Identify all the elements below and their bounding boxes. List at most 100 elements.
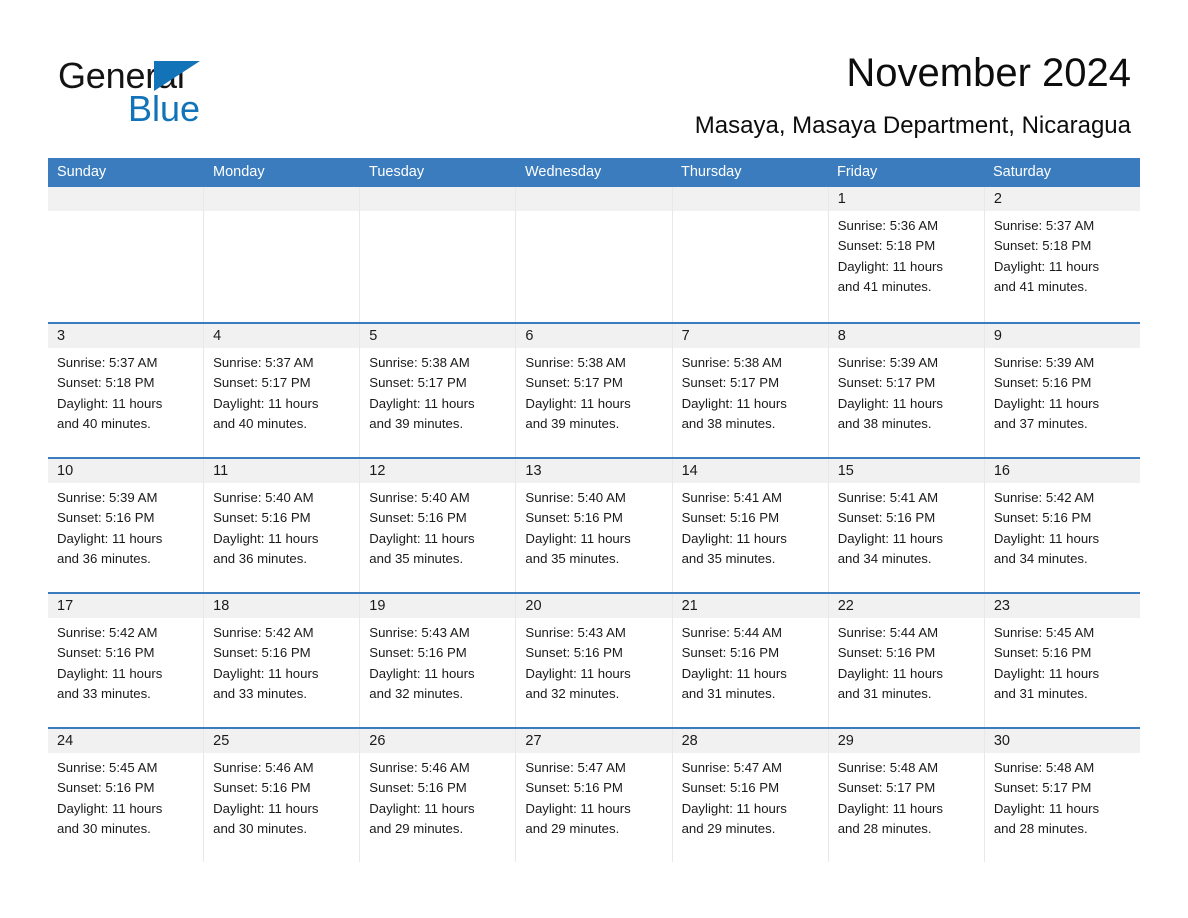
day-cell[interactable]: 24 Sunrise: 5:45 AM Sunset: 5:16 PM Dayligh… bbox=[48, 729, 205, 862]
day-info: Sunrise: 5:42 AM Sunset: 5:16 PM Daylight:… bbox=[985, 483, 1140, 569]
daylight-text-line2: and 40 minutes. bbox=[213, 415, 307, 431]
day-cell[interactable]: 28 Sunrise: 5:47 AM Sunset: 5:16 PM Dayligh… bbox=[672, 729, 829, 862]
weekday-header-sunday: Sunday bbox=[57, 164, 107, 180]
sunrise-text: Sunrise: 5:45 AM bbox=[993, 625, 1095, 640]
day-cell[interactable]: 26 Sunrise: 5:46 AM Sunset: 5:16 PM Dayligh… bbox=[360, 729, 517, 862]
day-cell[interactable]: 13 Sunrise: 5:40 AM Sunset: 5:16 PM Dayligh… bbox=[516, 459, 673, 592]
sunrise-text: Sunrise: 5:39 AM bbox=[993, 355, 1095, 370]
day-cell[interactable]: 9 Sunrise: 5:39 AM Sunset: 5:16 PM Daylight… bbox=[984, 324, 1140, 457]
daylight-text-line1: Daylight: 11 hours bbox=[369, 395, 475, 411]
day-cell[interactable]: 23 Sunrise: 5:45 AM Sunset: 5:16 PM Dayligh… bbox=[984, 594, 1140, 727]
day-cell[interactable]: 20 Sunrise: 5:43 AM Sunset: 5:16 PM Dayligh… bbox=[516, 594, 673, 727]
day-cell-empty bbox=[48, 187, 205, 322]
daylight-text-line2: and 38 minutes. bbox=[681, 415, 776, 431]
day-cell[interactable]: 8 Sunrise: 5:39 AM Sunset: 5:17 PM Daylight… bbox=[828, 324, 985, 457]
daylight-text-line2: and 30 minutes. bbox=[213, 820, 307, 836]
sunrise-text: Sunrise: 5:38 AM bbox=[525, 355, 626, 370]
day-cell[interactable]: 18 Sunrise: 5:42 AM Sunset: 5:16 PM Dayligh… bbox=[204, 594, 361, 727]
day-cell[interactable]: 25 Sunrise: 5:46 AM Sunset: 5:16 PM Dayligh… bbox=[204, 729, 361, 862]
day-number: 20 bbox=[525, 598, 542, 614]
day-cell[interactable]: 2 Sunrise: 5:37 AM Sunset: 5:18 PM Daylight… bbox=[984, 187, 1140, 322]
day-cell[interactable]: 3 Sunrise: 5:37 AM Sunset: 5:18 PM Daylight… bbox=[48, 324, 205, 457]
day-cell[interactable]: 16 Sunrise: 5:42 AM Sunset: 5:16 PM Dayligh… bbox=[984, 459, 1140, 592]
daylight-text-line2: and 39 minutes. bbox=[525, 415, 620, 431]
day-info: Sunrise: 5:46 AM Sunset: 5:16 PM Daylight:… bbox=[360, 753, 515, 839]
sunrise-text: Sunrise: 5:36 AM bbox=[837, 218, 939, 233]
sunrise-text: Sunrise: 5:48 AM bbox=[993, 760, 1095, 775]
day-cell[interactable]: 30 Sunrise: 5:48 AM Sunset: 5:17 PM Dayligh… bbox=[984, 729, 1140, 862]
day-cell[interactable]: 11 Sunrise: 5:40 AM Sunset: 5:16 PM Dayligh… bbox=[204, 459, 361, 592]
day-number: 5 bbox=[369, 328, 378, 344]
day-number-band: 15 bbox=[828, 459, 984, 483]
day-cell[interactable]: 27 Sunrise: 5:47 AM Sunset: 5:16 PM Dayligh… bbox=[516, 729, 673, 862]
daylight-text-line1: Daylight: 11 hours bbox=[525, 800, 631, 816]
day-cell[interactable]: 4 Sunrise: 5:37 AM Sunset: 5:17 PM Daylight… bbox=[204, 324, 361, 457]
sunrise-text: Sunrise: 5:47 AM bbox=[525, 760, 626, 775]
day-number-band: 12 bbox=[360, 459, 516, 483]
daylight-text-line1: Daylight: 11 hours bbox=[57, 530, 163, 546]
daylight-text-line2: and 31 minutes. bbox=[993, 685, 1088, 701]
sunrise-text: Sunrise: 5:43 AM bbox=[525, 625, 626, 640]
day-cell[interactable]: 29 Sunrise: 5:48 AM Sunset: 5:17 PM Dayligh… bbox=[828, 729, 985, 862]
daylight-text-line1: Daylight: 11 hours bbox=[993, 395, 1100, 411]
sunrise-text: Sunrise: 5:41 AM bbox=[837, 490, 939, 505]
daylight-text-line1: Daylight: 11 hours bbox=[525, 395, 631, 411]
day-number-band: 19 bbox=[360, 594, 516, 618]
sunset-text: Sunset: 5:17 PM bbox=[837, 780, 936, 796]
day-cell[interactable]: 22 Sunrise: 5:44 AM Sunset: 5:16 PM Dayligh… bbox=[828, 594, 985, 727]
day-cell[interactable]: 15 Sunrise: 5:41 AM Sunset: 5:16 PM Dayligh… bbox=[828, 459, 985, 592]
day-cell[interactable]: 12 Sunrise: 5:40 AM Sunset: 5:16 PM Dayligh… bbox=[360, 459, 517, 592]
daylight-text-line1: Daylight: 11 hours bbox=[525, 665, 631, 681]
sunset-text: Sunset: 5:16 PM bbox=[525, 645, 623, 661]
day-number: 21 bbox=[681, 598, 698, 614]
location-subtitle: Masaya, Masaya Department, Nicaragua bbox=[694, 112, 1131, 139]
sunset-text: Sunset: 5:16 PM bbox=[369, 645, 467, 661]
sunrise-text: Sunrise: 5:37 AM bbox=[213, 355, 314, 370]
day-cell[interactable]: 1 Sunrise: 5:36 AM Sunset: 5:18 PM Daylight… bbox=[828, 187, 985, 322]
day-info: Sunrise: 5:38 AM Sunset: 5:17 PM Daylight:… bbox=[673, 348, 828, 434]
sunrise-text: Sunrise: 5:48 AM bbox=[837, 760, 939, 775]
sunset-text: Sunset: 5:16 PM bbox=[57, 780, 155, 796]
day-number-band: 25 bbox=[204, 729, 360, 753]
sunset-text: Sunset: 5:18 PM bbox=[57, 375, 155, 391]
day-cell[interactable]: 6 Sunrise: 5:38 AM Sunset: 5:17 PM Daylight… bbox=[516, 324, 673, 457]
day-info: Sunrise: 5:37 AM Sunset: 5:18 PM Daylight:… bbox=[985, 211, 1140, 297]
day-number: 16 bbox=[993, 463, 1010, 479]
page-header: General Blue November 2024 Masaya, Masay… bbox=[0, 0, 1188, 158]
daylight-text-line2: and 36 minutes. bbox=[57, 550, 151, 566]
daylight-text-line1: Daylight: 11 hours bbox=[525, 530, 631, 546]
day-cell[interactable]: 7 Sunrise: 5:38 AM Sunset: 5:17 PM Daylight… bbox=[672, 324, 829, 457]
daylight-text-line2: and 31 minutes. bbox=[837, 685, 932, 701]
day-cell-empty bbox=[672, 187, 829, 322]
day-info: Sunrise: 5:45 AM Sunset: 5:16 PM Daylight:… bbox=[985, 618, 1140, 704]
daylight-text-line1: Daylight: 11 hours bbox=[57, 800, 163, 816]
day-number: 11 bbox=[213, 463, 229, 479]
daylight-text-line2: and 35 minutes. bbox=[681, 550, 776, 566]
day-cell[interactable]: 21 Sunrise: 5:44 AM Sunset: 5:16 PM Dayligh… bbox=[672, 594, 829, 727]
weekday-header-tuesday: Tuesday bbox=[369, 164, 425, 180]
day-cell[interactable]: 14 Sunrise: 5:41 AM Sunset: 5:16 PM Dayligh… bbox=[672, 459, 829, 592]
sunset-text: Sunset: 5:16 PM bbox=[369, 510, 467, 526]
sunrise-text: Sunrise: 5:42 AM bbox=[213, 625, 314, 640]
daylight-text-line2: and 36 minutes. bbox=[213, 550, 307, 566]
daylight-text-line1: Daylight: 11 hours bbox=[57, 665, 163, 681]
daylight-text-line1: Daylight: 11 hours bbox=[213, 530, 319, 546]
day-number-band: 11 bbox=[204, 459, 360, 483]
day-number-band: 8 bbox=[828, 324, 984, 348]
day-cell[interactable]: 5 Sunrise: 5:38 AM Sunset: 5:17 PM Daylight… bbox=[360, 324, 517, 457]
day-number-band: 29 bbox=[828, 729, 984, 753]
sunrise-text: Sunrise: 5:40 AM bbox=[213, 490, 314, 505]
sunrise-text: Sunrise: 5:37 AM bbox=[57, 355, 158, 370]
weekday-header-monday: Monday bbox=[213, 164, 265, 180]
daylight-text-line1: Daylight: 11 hours bbox=[681, 665, 787, 681]
sunrise-text: Sunrise: 5:40 AM bbox=[369, 490, 470, 505]
sunrise-text: Sunrise: 5:41 AM bbox=[681, 490, 782, 505]
daylight-text-line1: Daylight: 11 hours bbox=[993, 665, 1100, 681]
day-cell[interactable]: 17 Sunrise: 5:42 AM Sunset: 5:16 PM Dayligh… bbox=[48, 594, 205, 727]
sunset-text: Sunset: 5:16 PM bbox=[525, 510, 623, 526]
day-cell[interactable]: 10 Sunrise: 5:39 AM Sunset: 5:16 PM Dayligh… bbox=[48, 459, 205, 592]
calendar-grid: Sunday Monday Tuesday Wednesday Thursday Frid… bbox=[48, 158, 1140, 862]
day-cell[interactable]: 19 Sunrise: 5:43 AM Sunset: 5:16 PM Dayligh… bbox=[360, 594, 517, 727]
day-number: 13 bbox=[525, 463, 542, 479]
sunrise-text: Sunrise: 5:37 AM bbox=[993, 218, 1095, 233]
